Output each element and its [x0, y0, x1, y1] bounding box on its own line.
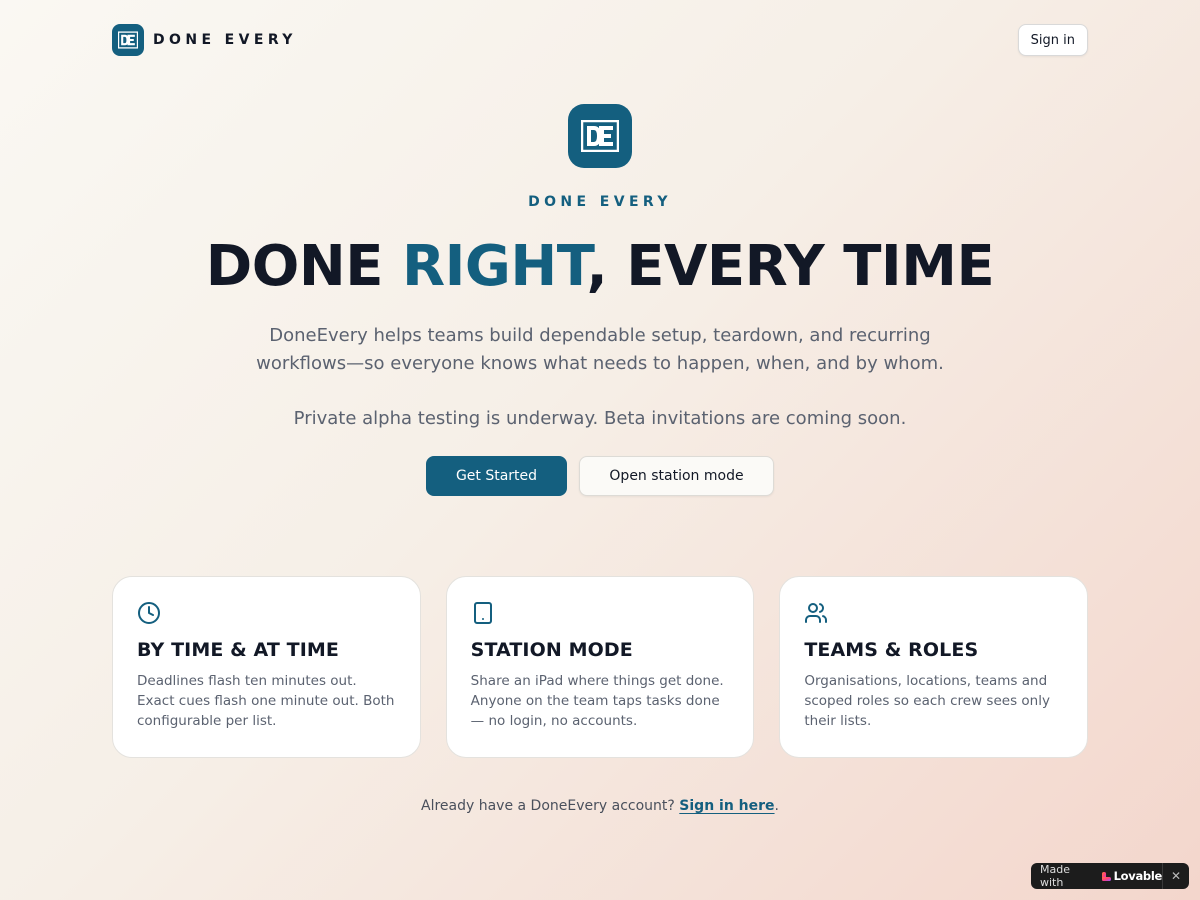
lede-line-2: workflows—so everyone knows what needs t… [256, 353, 944, 374]
badge-label[interactable]: Made with Lovable [1031, 863, 1162, 889]
de-monogram-icon [118, 31, 138, 49]
logo-icon [112, 24, 144, 56]
lovable-heart-icon [1101, 871, 1111, 881]
sign-in-button[interactable]: Sign in [1017, 24, 1088, 56]
headline-part-2: , EVERY TIME [586, 234, 995, 299]
lovable-text: Lovable [1113, 869, 1163, 883]
feature-cards: BY TIME & AT TIME Deadlines flash ten mi… [112, 576, 1089, 758]
feature-card-teams: TEAMS & ROLES Organisations, locations, … [779, 576, 1089, 758]
site-header: DONE EVERY Sign in [112, 24, 1088, 56]
de-monogram-icon [581, 120, 619, 152]
brand-name: DONE EVERY [153, 32, 297, 48]
feature-body: Organisations, locations, teams and scop… [804, 673, 1050, 729]
sign-in-here-link[interactable]: Sign in here [679, 798, 774, 814]
account-prompt-text: Already have a DoneEvery account? [421, 798, 680, 814]
made-with-lovable-badge[interactable]: Made with Lovable ✕ [1031, 863, 1189, 889]
feature-body: Deadlines flash ten minutes out. Exact c… [137, 673, 395, 729]
feature-card-time: BY TIME & AT TIME Deadlines flash ten mi… [112, 576, 421, 758]
hero-eyebrow: DONE EVERY [528, 194, 672, 210]
close-icon[interactable]: ✕ [1163, 869, 1189, 883]
lede-line-1: DoneEvery helps teams build dependable s… [269, 325, 931, 346]
hero-headline: DONE RIGHT, EVERY TIME [0, 234, 1200, 299]
open-station-mode-button[interactable]: Open station mode [579, 456, 774, 496]
feature-title: STATION MODE [470, 639, 633, 661]
headline-accent: RIGHT [401, 234, 587, 299]
feature-title: TEAMS & ROLES [804, 639, 979, 661]
made-with-text: Made with [1040, 863, 1070, 889]
headline-part-1: DONE [205, 234, 402, 299]
account-prompt: Already have a DoneEvery account? Sign i… [0, 798, 1200, 814]
get-started-button[interactable]: Get Started [426, 456, 567, 496]
users-icon [805, 603, 828, 623]
lovable-wordmark: Lovable [1101, 869, 1163, 883]
clock-icon [138, 602, 160, 624]
feature-card-station: STATION MODE Share an iPad where things … [445, 576, 755, 758]
tablet-icon [473, 602, 492, 624]
hero-logo-icon [568, 104, 632, 168]
hero-description: DoneEvery helps teams build dependable s… [0, 322, 1200, 378]
alpha-note: Private alpha testing is underway. Beta … [293, 408, 907, 429]
hero-actions: Get Started Open station mode [0, 456, 1200, 496]
brand-logo-link[interactable]: DONE EVERY [112, 24, 297, 56]
feature-title: BY TIME & AT TIME [137, 639, 339, 661]
feature-body: Share an iPad where things get done. Any… [470, 673, 724, 729]
account-prompt-period: . [774, 798, 779, 814]
